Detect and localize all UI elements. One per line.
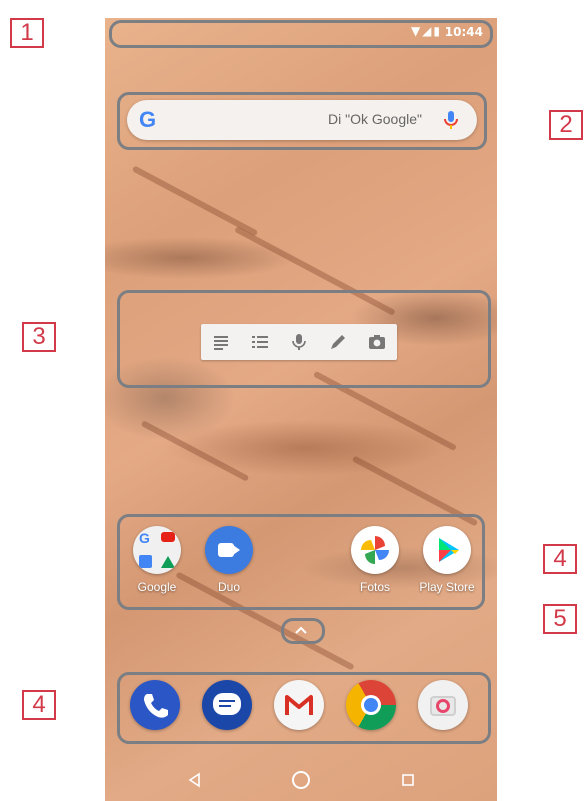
highlight-app-drawer <box>281 618 325 644</box>
callout-5: 5 <box>543 604 577 634</box>
phone-screen: ▼◢▮ 10:44 G Di "Ok Google" G Google Duo … <box>105 18 497 801</box>
back-icon[interactable] <box>187 772 201 788</box>
highlight-home-apps <box>117 514 485 610</box>
highlight-dock <box>117 672 491 744</box>
navigation-bar <box>105 759 497 801</box>
recents-icon[interactable] <box>401 773 415 787</box>
callout-2: 2 <box>549 110 583 140</box>
highlight-status-bar <box>109 20 493 48</box>
highlight-keep-widget <box>117 290 491 388</box>
highlight-search-bar <box>117 92 487 150</box>
callout-4-apps: 4 <box>543 544 577 574</box>
callout-1: 1 <box>10 18 44 48</box>
home-icon[interactable] <box>291 770 311 790</box>
callout-3: 3 <box>22 322 56 352</box>
callout-4-dock: 4 <box>22 690 56 720</box>
